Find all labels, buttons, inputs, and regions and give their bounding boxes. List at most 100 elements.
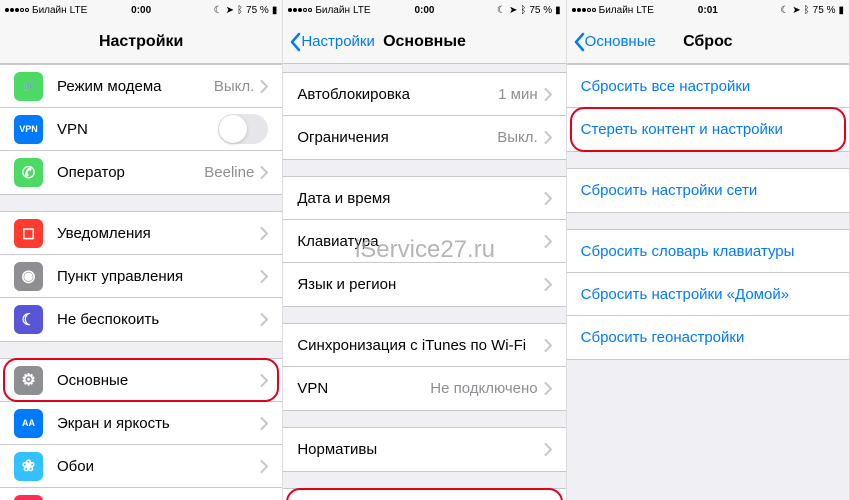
back-label: Основные: [585, 33, 656, 50]
settings-row[interactable]: ♪Звуки: [0, 488, 282, 500]
battery-pct: 75 %: [246, 5, 269, 16]
group: Нормативы: [283, 427, 565, 472]
settings-row[interactable]: 🔗Режим модемаВыкл.: [0, 65, 282, 108]
row-label: Стереть контент и настройки: [581, 121, 783, 138]
settings-row[interactable]: ⚙Основные: [0, 359, 282, 402]
row-label: Нормативы: [297, 441, 543, 458]
row-label: VPN: [57, 121, 218, 138]
battery-pct: 75 %: [813, 5, 836, 16]
bluetooth-icon: ᛒ: [520, 5, 526, 16]
chevron-right-icon: [544, 192, 552, 205]
general-screen: Билайн LTE 0:00 ☾ ➤ ᛒ 75 % ▮ Настройки О…: [283, 0, 566, 500]
chevron-right-icon: [544, 88, 552, 101]
hotspot-icon: 🔗: [14, 72, 43, 101]
row-label: Язык и регион: [297, 276, 543, 293]
row-label: Автоблокировка: [297, 86, 498, 103]
chevron-right-icon: [544, 235, 552, 248]
battery-icon: ▮: [838, 5, 844, 16]
group: ⚙ОсновныеAAЭкран и яркость❀Обои♪Звуки◉To…: [0, 358, 282, 500]
back-button[interactable]: Основные: [573, 32, 656, 52]
action-row[interactable]: Сбросить настройки сети: [567, 169, 849, 212]
wallpaper-icon: ❀: [14, 452, 43, 481]
phone-icon: ✆: [14, 158, 43, 187]
settings-row[interactable]: ✆ ОператорBeeline: [0, 151, 282, 194]
settings-row[interactable]: Сброс: [283, 489, 565, 500]
sounds-icon: ♪: [14, 495, 43, 500]
row-label: Обои: [57, 458, 260, 475]
notify-icon: ◻: [14, 219, 43, 248]
settings-row[interactable]: ◉Пункт управления: [0, 255, 282, 298]
chevron-right-icon: [260, 166, 268, 179]
group: Сбросить настройки сети: [567, 168, 849, 213]
moon-icon: ☾: [214, 5, 223, 16]
settings-row[interactable]: Нормативы: [283, 428, 565, 471]
row-label: Оператор: [57, 164, 204, 181]
settings-row[interactable]: Язык и регион: [283, 263, 565, 306]
content[interactable]: 🔗Режим модемаВыкл.VPNVPN✆ОператорBeeline…: [0, 64, 282, 500]
row-label: Сбросить геонастройки: [581, 329, 745, 346]
settings-row[interactable]: Автоблокировка1 мин: [283, 73, 565, 116]
settings-row[interactable]: ☾ Не беспокоить: [0, 298, 282, 341]
signal-dots: [5, 8, 29, 12]
settings-row[interactable]: ОграниченияВыкл.: [283, 116, 565, 159]
row-label: Режим модема: [57, 78, 214, 95]
action-row[interactable]: Сбросить геонастройки: [567, 316, 849, 359]
action-row[interactable]: Сбросить все настройки: [567, 65, 849, 108]
status-bar: Билайн LTE 0:00 ☾ ➤ ᛒ 75 % ▮: [283, 0, 565, 20]
row-value: Beeline: [204, 164, 254, 181]
row-label: Клавиатура: [297, 233, 543, 250]
settings-row[interactable]: ◻ Уведомления: [0, 212, 282, 255]
reset-screen: Билайн LTE 0:01 ☾ ➤ ᛒ 75 % ▮ Основные Сб…: [567, 0, 850, 500]
settings-row[interactable]: VPN VPN: [0, 108, 282, 151]
chevron-right-icon: [260, 374, 268, 387]
row-label: Синхронизация с iTunes по Wi-Fi: [297, 337, 543, 354]
settings-row[interactable]: ❀ Обои: [0, 445, 282, 488]
settings-row[interactable]: AA Экран и яркость: [0, 402, 282, 445]
row-label: Не беспокоить: [57, 311, 260, 328]
settings-screen: Билайн LTE 0:00 ☾ ➤ ᛒ 75 % ▮ Настройки 🔗…: [0, 0, 283, 500]
action-row[interactable]: Стереть контент и настройки: [567, 108, 849, 151]
time-label: 0:01: [698, 5, 718, 16]
group: Синхронизация с iTunes по Wi-Fi VPNНе под…: [283, 323, 565, 411]
row-label: Сбросить настройки «Домой»: [581, 286, 789, 303]
battery-icon: ▮: [272, 5, 278, 16]
navbar: Настройки: [0, 20, 282, 64]
dnd-icon: ☾: [14, 305, 43, 334]
row-label: Уведомления: [57, 225, 260, 242]
page-title: Сброс: [683, 33, 732, 51]
location-icon: ➤: [509, 5, 517, 16]
content[interactable]: Автоблокировка1 минОграниченияВыкл. Дата …: [283, 64, 565, 500]
network-label: LTE: [70, 5, 88, 16]
chevron-right-icon: [260, 460, 268, 473]
battery-pct: 75 %: [529, 5, 552, 16]
time-label: 0:00: [131, 5, 151, 16]
row-label: Ограничения: [297, 129, 497, 146]
action-row[interactable]: Сбросить словарь клавиатуры: [567, 230, 849, 273]
toggle-switch[interactable]: [218, 114, 268, 144]
content[interactable]: Сбросить все настройки Стереть контент и …: [567, 64, 849, 500]
page-title: Основные: [383, 33, 466, 51]
row-label: Экран и яркость: [57, 415, 260, 432]
moon-icon: ☾: [497, 5, 506, 16]
settings-row[interactable]: Синхронизация с iTunes по Wi-Fi: [283, 324, 565, 367]
row-label: Сбросить словарь клавиатуры: [581, 243, 795, 260]
back-label: Настройки: [301, 33, 375, 50]
group: 🔗Режим модемаВыкл.VPNVPN✆ОператорBeeline: [0, 64, 282, 195]
chevron-right-icon: [260, 313, 268, 326]
battery-icon: ▮: [555, 5, 561, 16]
group: Дата и время Клавиатура Язык и регион: [283, 176, 565, 307]
settings-row[interactable]: VPNНе подключено: [283, 367, 565, 410]
carrier-label: Билайн: [315, 5, 350, 16]
vpn-icon: VPN: [14, 115, 43, 144]
network-label: LTE: [353, 5, 371, 16]
action-row[interactable]: Сбросить настройки «Домой»: [567, 273, 849, 316]
back-button[interactable]: Настройки: [289, 32, 375, 52]
settings-row[interactable]: Клавиатура: [283, 220, 565, 263]
settings-row[interactable]: Дата и время: [283, 177, 565, 220]
bluetooth-icon: ᛒ: [804, 5, 810, 16]
moon-icon: ☾: [780, 5, 789, 16]
display-icon: AA: [14, 409, 43, 438]
chevron-right-icon: [544, 339, 552, 352]
time-label: 0:00: [414, 5, 434, 16]
carrier-label: Билайн: [599, 5, 634, 16]
